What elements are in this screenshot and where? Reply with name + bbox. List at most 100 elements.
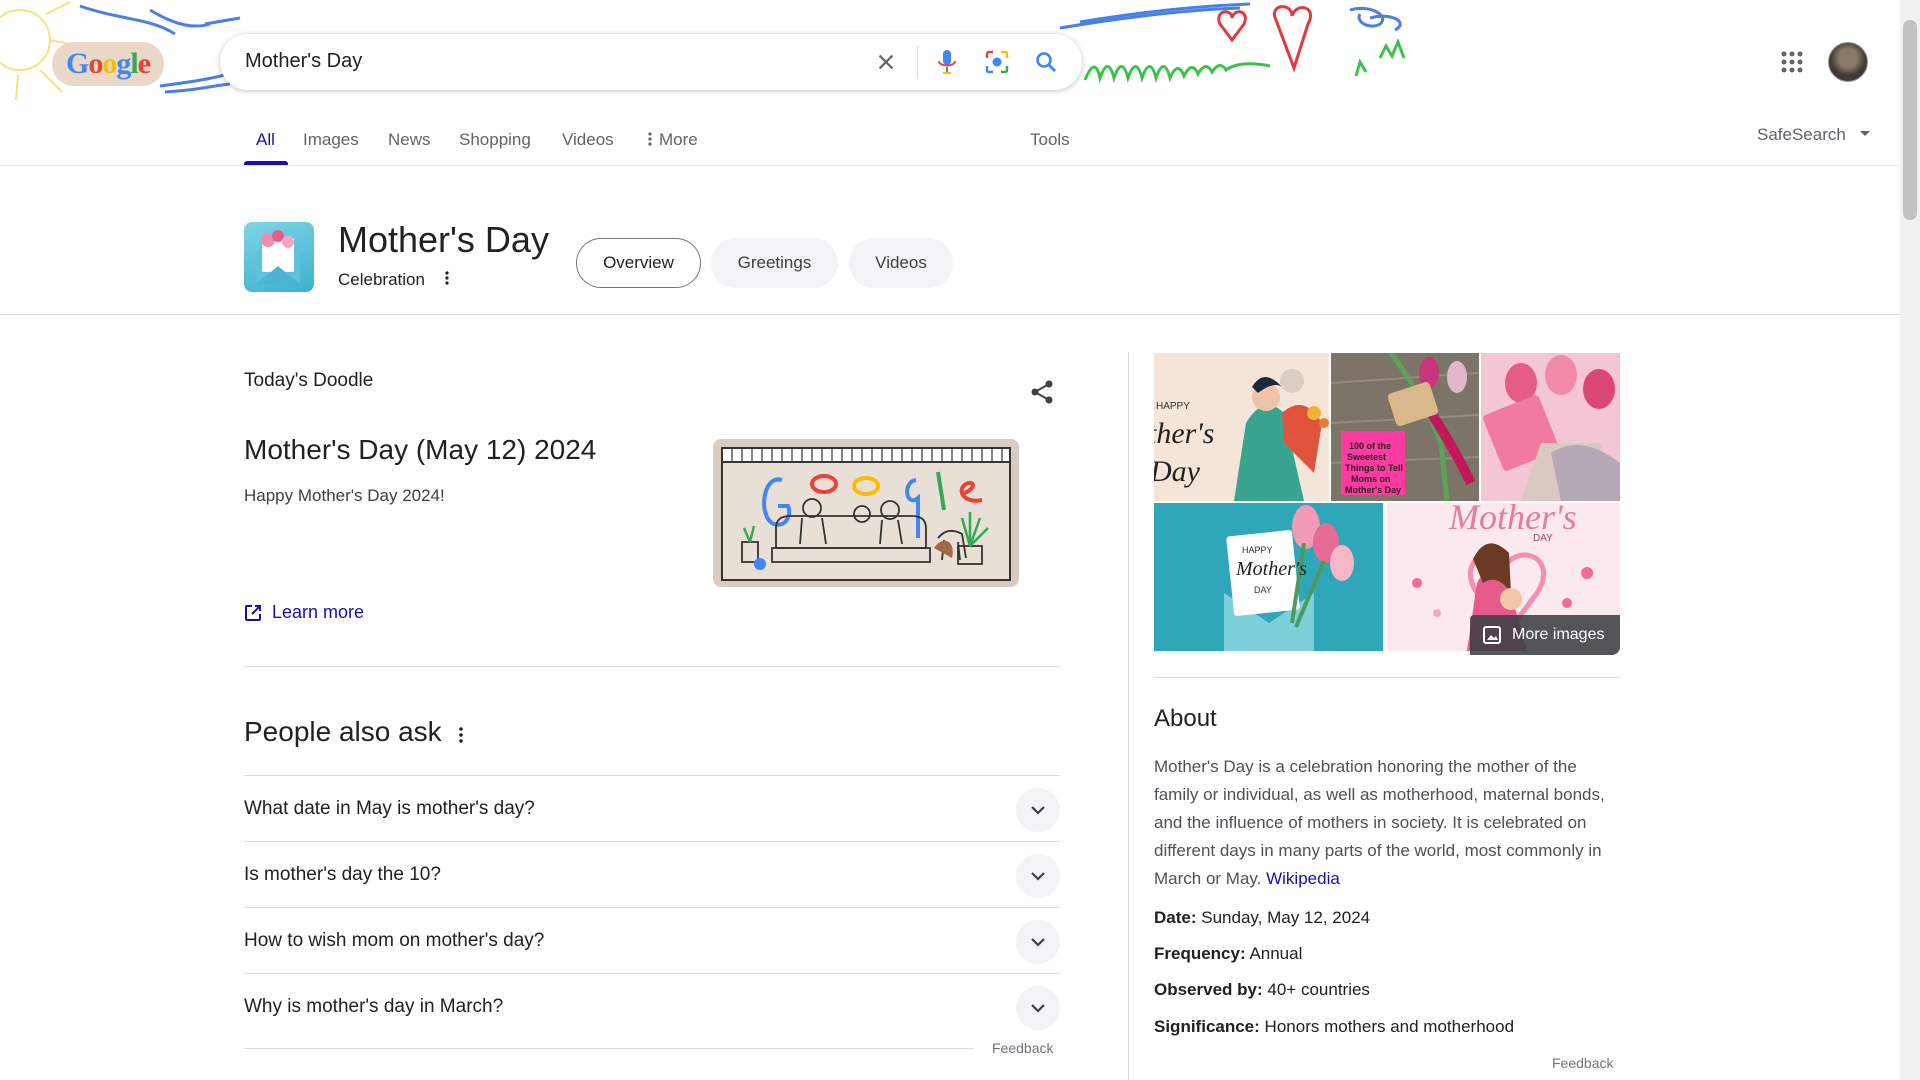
entity-subtitle: Celebration: [338, 270, 450, 290]
tab-shopping[interactable]: Shopping: [459, 130, 531, 150]
section-divider: [244, 666, 1060, 667]
fact-significance: Significance: Honors mothers and motherh…: [1154, 1017, 1514, 1037]
kp-feedback-link[interactable]: Feedback: [1552, 1055, 1613, 1071]
more-images-button[interactable]: More images: [1470, 615, 1620, 655]
search-input[interactable]: Mother's Day: [245, 50, 362, 73]
kp-image-1-text-3: Day: [1154, 455, 1201, 488]
logo-letter-o2: o: [102, 47, 117, 80]
paa-more-icon[interactable]: [458, 726, 464, 744]
scrollbar-thumb[interactable]: [1903, 20, 1917, 220]
safesearch-button[interactable]: SafeSearch: [1757, 125, 1871, 145]
kp-image-4[interactable]: HAPPY Mother's DAY: [1154, 503, 1383, 651]
fact-value: 40+ countries: [1267, 980, 1370, 999]
paa-title: People also ask: [244, 716, 442, 747]
kp-image-5-text-1: Mother's: [1448, 503, 1577, 537]
entity-title: Mother's Day: [338, 219, 549, 260]
fact-label[interactable]: Frequency:: [1154, 944, 1246, 963]
chip-overview[interactable]: Overview: [576, 238, 701, 288]
lens-icon[interactable]: [981, 46, 1013, 78]
fact-value[interactable]: Sunday, May 12, 2024: [1201, 908, 1370, 927]
people-also-ask: People also ask What date in May is moth…: [244, 716, 1060, 1056]
learn-more-link[interactable]: Learn more: [244, 602, 364, 623]
paa-question-4[interactable]: Why is mother's day in March?: [244, 973, 1060, 1039]
kp-image-4-text-1: HAPPY: [1242, 545, 1273, 555]
entity-header: Mother's Day Celebration Overview Greeti…: [0, 167, 1900, 315]
search-tabs: All Images News Shopping Videos More Too…: [0, 120, 1900, 166]
paa-question-text: Is mother's day the 10?: [244, 864, 441, 885]
entity-more-icon[interactable]: [444, 270, 450, 286]
dropdown-arrow-icon: [1859, 131, 1870, 136]
paa-question-1[interactable]: What date in May is mother's day?: [244, 775, 1060, 841]
tab-videos[interactable]: Videos: [562, 130, 614, 150]
doodle-card: Today's Doodle Mother's Day (May 12) 202…: [244, 370, 1060, 667]
kp-image-5-text-2: DAY: [1533, 533, 1553, 544]
logo-letter-e: e: [137, 47, 151, 80]
paa-question-2[interactable]: Is mother's day the 10?: [244, 841, 1060, 907]
paa-question-text: What date in May is mother's day?: [244, 798, 535, 819]
tab-more[interactable]: More: [647, 130, 698, 150]
tab-images[interactable]: Images: [303, 130, 359, 150]
doodle-description: Happy Mother's Day 2024!: [244, 486, 445, 505]
entity-thumbnail[interactable]: [244, 222, 314, 292]
logo-letter-l: l: [130, 47, 138, 80]
microphone-icon[interactable]: [931, 46, 963, 78]
google-doodle-logo[interactable]: G o o g l e: [52, 42, 164, 86]
paa-divider: [244, 1048, 974, 1049]
learn-more-label: Learn more: [272, 602, 365, 622]
active-tab-indicator: [244, 161, 288, 165]
tab-news[interactable]: News: [388, 130, 431, 150]
paa-question-text: Why is mother's day in March?: [244, 996, 504, 1017]
kp-divider: [1154, 677, 1620, 678]
search-icon[interactable]: [1030, 46, 1062, 78]
kp-image-3[interactable]: [1481, 353, 1620, 501]
doodle-section-label: Today's Doodle: [244, 370, 374, 391]
fact-label[interactable]: Significance:: [1154, 1017, 1260, 1036]
more-vert-icon: [648, 132, 652, 146]
about-description: Mother's Day is a celebration honoring t…: [1154, 753, 1624, 893]
fact-label[interactable]: Date:: [1154, 908, 1197, 927]
wikipedia-link[interactable]: Wikipedia: [1266, 869, 1340, 888]
account-avatar[interactable]: [1828, 42, 1868, 82]
paa-feedback-link[interactable]: Feedback: [992, 1040, 1053, 1056]
fact-value: Honors mothers and motherhood: [1264, 1017, 1515, 1036]
fact-frequency: Frequency: Annual: [1154, 944, 1302, 964]
google-apps-icon[interactable]: [1780, 50, 1804, 74]
fact-observed-by: Observed by: 40+ countries: [1154, 980, 1370, 1000]
paa-question-text: How to wish mom on mother's day?: [244, 930, 545, 951]
clear-icon[interactable]: [870, 46, 902, 78]
chevron-down-icon[interactable]: [1016, 920, 1060, 964]
more-images-label: More images: [1512, 626, 1605, 643]
chevron-down-icon[interactable]: [1016, 986, 1060, 1030]
about-text: Mother's Day is a celebration honoring t…: [1154, 757, 1605, 888]
about-title: About: [1154, 705, 1217, 732]
kp-image-1[interactable]: HAPPY ther's Day: [1154, 353, 1329, 501]
logo-letter-g2: g: [116, 47, 131, 80]
paa-question-3[interactable]: How to wish mom on mother's day?: [244, 907, 1060, 973]
kp-image-2[interactable]: 100 of the Sweetest Things to Tell Moms on M…: [1331, 353, 1479, 501]
safesearch-label: SafeSearch: [1757, 125, 1846, 144]
kp-image-4-text-2: Mother's: [1235, 558, 1307, 580]
tools-button[interactable]: Tools: [1030, 130, 1070, 150]
column-divider: [1128, 352, 1129, 1080]
chevron-down-icon[interactable]: [1016, 854, 1060, 898]
kp-image-4-text-3: DAY: [1254, 585, 1272, 595]
chip-greetings[interactable]: Greetings: [711, 238, 838, 288]
chevron-down-icon[interactable]: [1016, 788, 1060, 832]
fact-value: Annual: [1249, 944, 1303, 963]
logo-letter-o1: o: [88, 47, 103, 80]
logo-letter-g1: G: [65, 47, 89, 80]
chip-videos[interactable]: Videos: [849, 238, 953, 288]
entity-type: Celebration: [338, 270, 425, 289]
tab-more-label: More: [659, 130, 698, 149]
tab-all[interactable]: All: [256, 130, 275, 150]
image-icon: [1483, 626, 1501, 644]
external-link-icon: [245, 604, 261, 621]
share-icon[interactable]: [1028, 378, 1056, 406]
kp-image-1-text-2: ther's: [1154, 417, 1214, 450]
fact-label[interactable]: Observed by:: [1154, 980, 1263, 999]
search-box[interactable]: Mother's Day: [220, 34, 1082, 90]
doodle-title[interactable]: Mother's Day (May 12) 2024: [244, 434, 596, 466]
kp-image-1-text-1: HAPPY: [1156, 401, 1190, 412]
fact-date: Date: Sunday, May 12, 2024: [1154, 908, 1370, 928]
doodle-image[interactable]: [712, 438, 1020, 588]
